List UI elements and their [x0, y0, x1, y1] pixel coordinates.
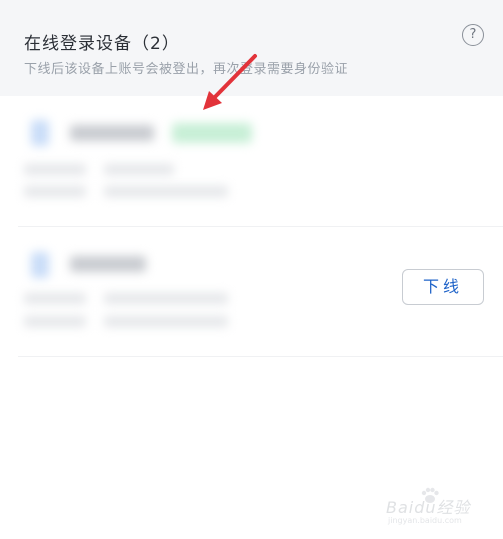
phone-icon [31, 120, 49, 146]
device-meta-label [24, 316, 86, 327]
device-item: 下线 [0, 230, 503, 360]
device-name [70, 125, 154, 141]
question-circle-icon[interactable]: ? [462, 24, 484, 46]
page-subtitle: 下线后该设备上账号会被登出，再次登录需要身份验证 [24, 62, 349, 77]
page-title: 在线登录设备（2） [24, 34, 180, 54]
device-meta-label [24, 186, 86, 197]
divider [18, 356, 503, 357]
devices-header: 在线登录设备（2） 下线后该设备上账号会被登出，再次登录需要身份验证 ? [0, 0, 503, 96]
watermark-url: jingyan.baidu.com [388, 516, 462, 525]
current-device-badge [172, 123, 252, 143]
device-meta-label [24, 293, 86, 304]
divider [18, 226, 503, 227]
device-meta-value [104, 164, 174, 175]
device-name [70, 256, 146, 272]
device-meta-value [104, 316, 228, 327]
device-meta-label [24, 164, 86, 175]
baidu-jingyan-watermark: Baidu经验 jingyan.baidu.com [378, 482, 496, 528]
paw-icon [421, 487, 439, 503]
log-off-device-button[interactable]: 下线 [402, 269, 484, 305]
device-item [0, 98, 503, 228]
online-devices-page: 在线登录设备（2） 下线后该设备上账号会被登出，再次登录需要身份验证 ? 下线 … [0, 0, 503, 539]
phone-icon [31, 252, 49, 278]
device-meta-value [104, 186, 228, 197]
device-meta-value [104, 293, 228, 304]
